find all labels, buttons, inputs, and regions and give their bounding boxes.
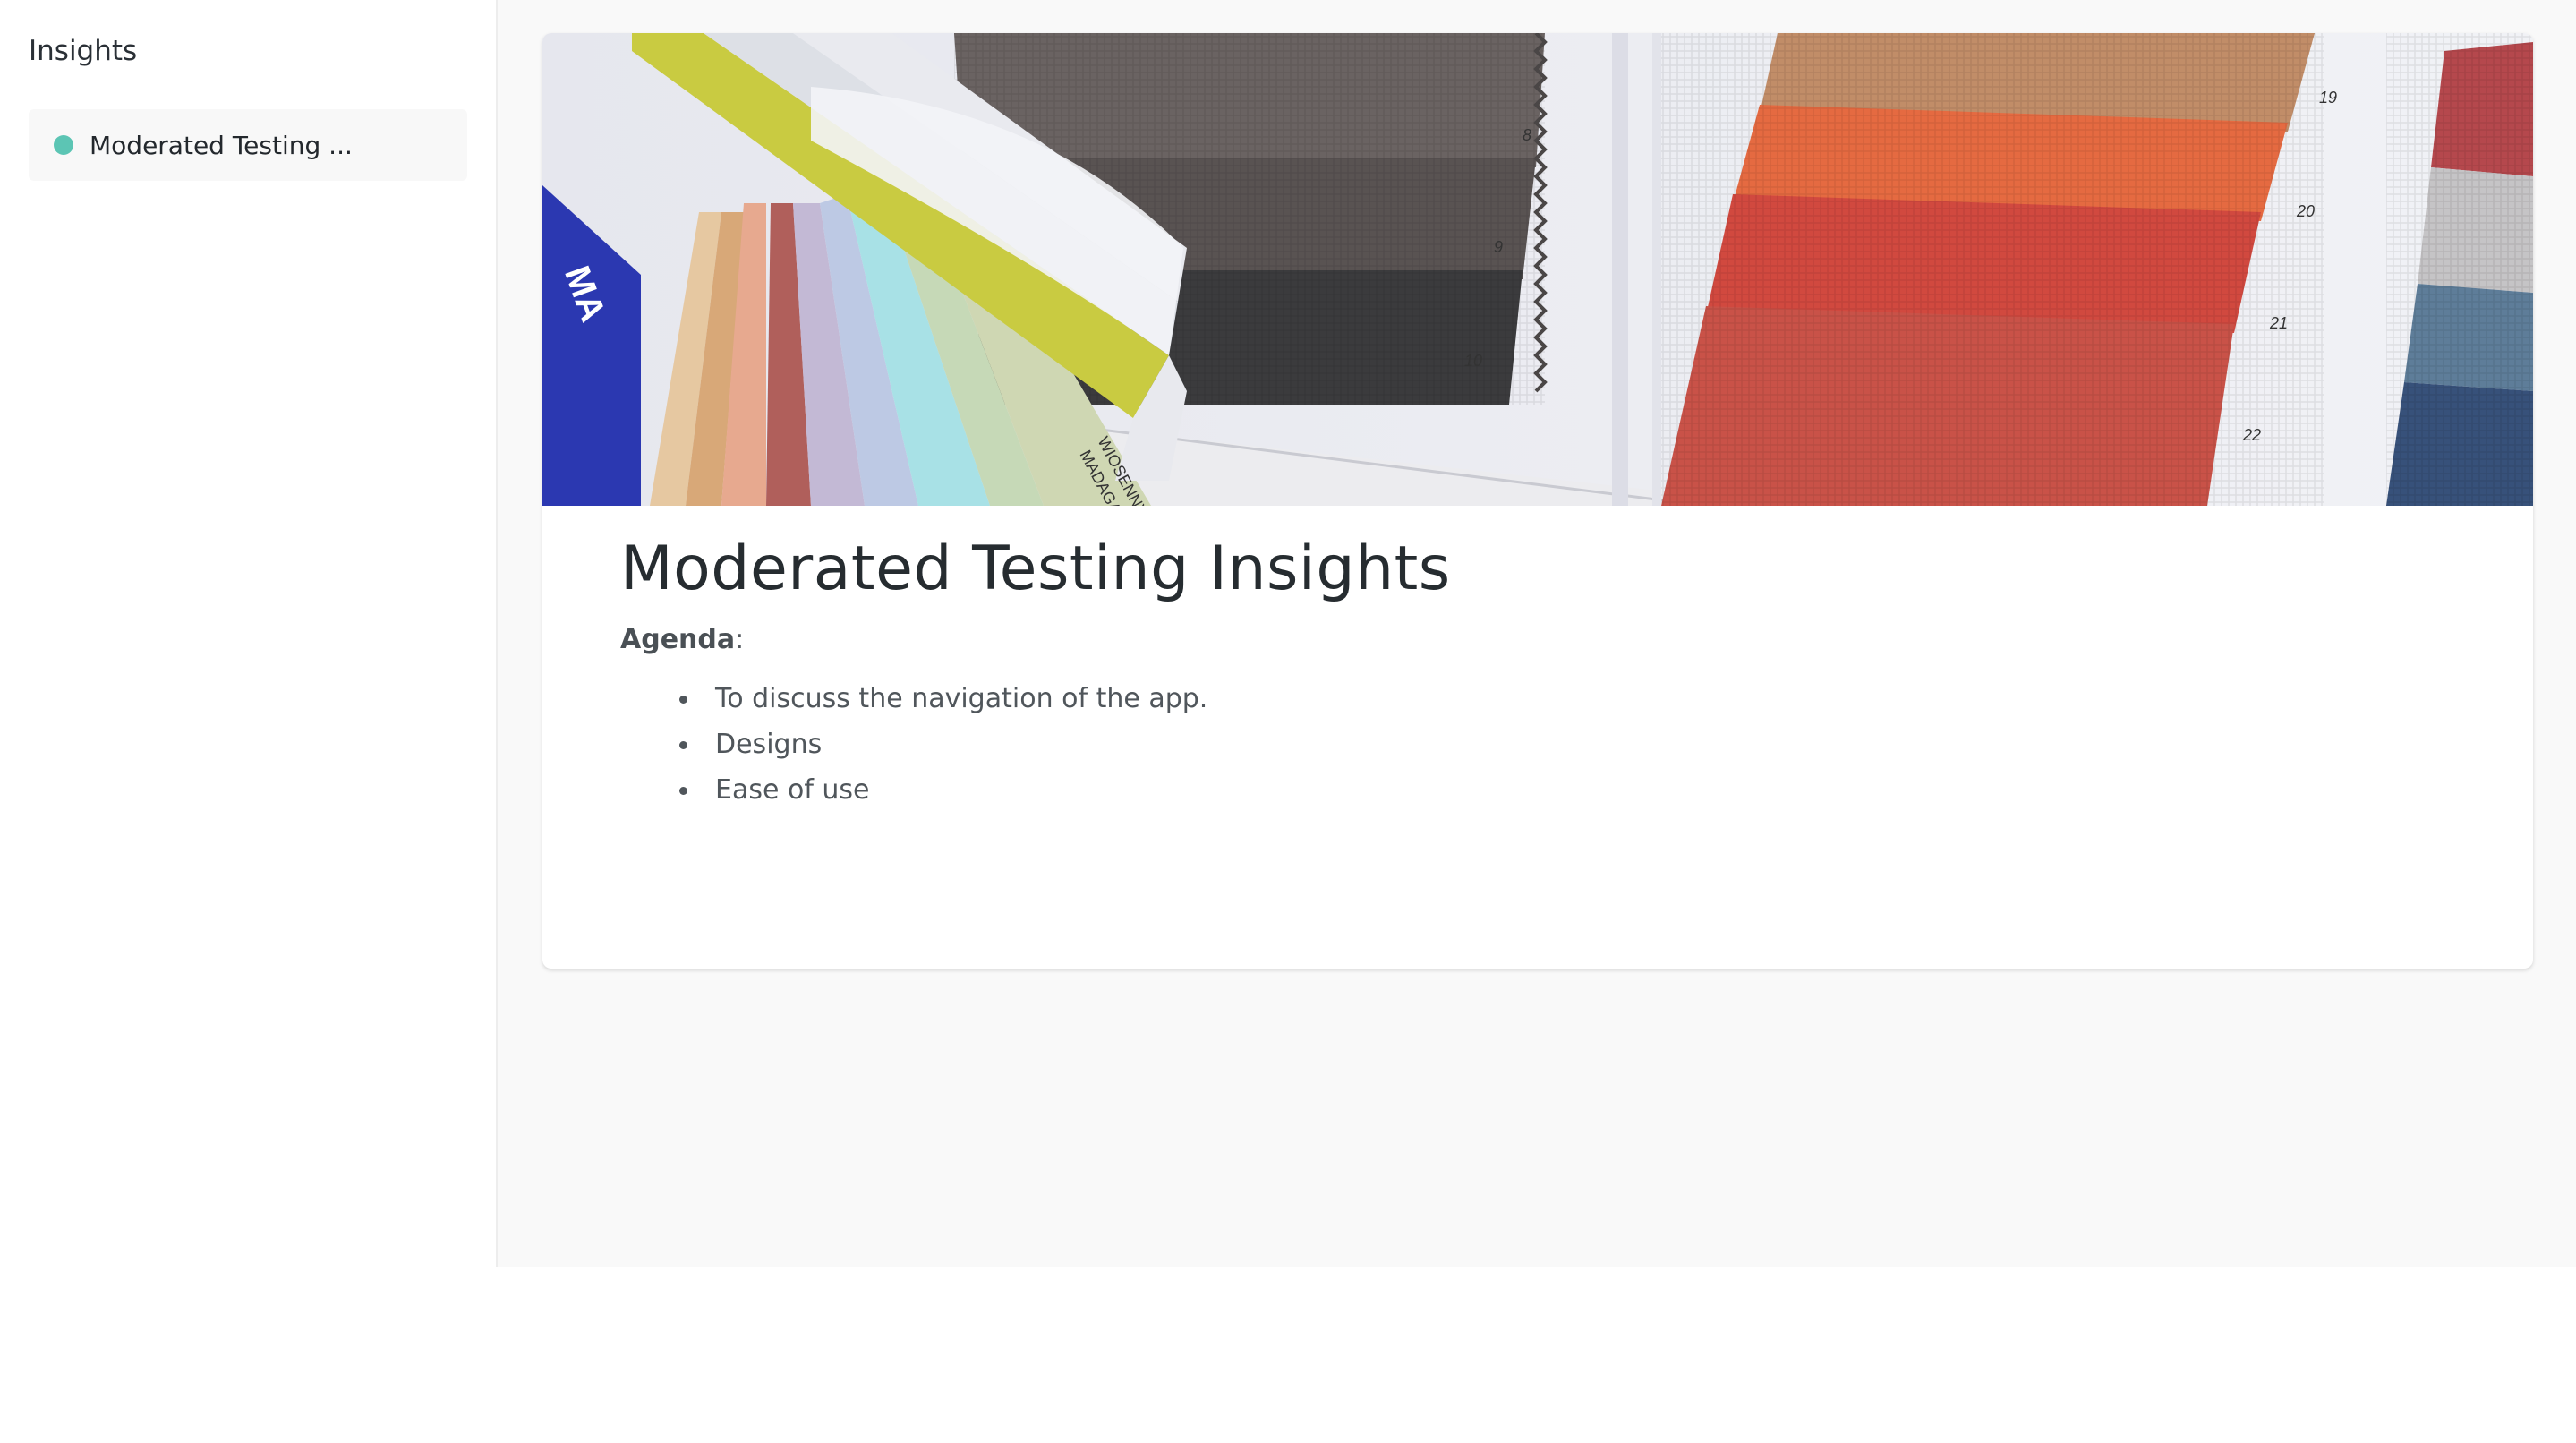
insight-card: 8 9 10 MA WIOSENNY 19 20 21 22 Moderated… bbox=[542, 33, 2533, 969]
sidebar-item-moderated-testing[interactable]: Moderated Testing ... bbox=[29, 109, 467, 181]
swatch-number-10: 10 bbox=[1464, 352, 1482, 370]
card-body: Moderated Testing Insights Agenda: To di… bbox=[542, 506, 2533, 813]
agenda-suffix: : bbox=[735, 624, 745, 655]
swatch-number-21: 21 bbox=[2269, 314, 2288, 332]
cover-image: 8 9 10 MA WIOSENNY 19 20 21 22 bbox=[542, 33, 2533, 506]
right-fabric-swatches bbox=[2386, 33, 2533, 506]
agenda-item: To discuss the navigation of the app. bbox=[679, 676, 2455, 722]
status-dot-icon bbox=[54, 135, 73, 155]
agenda-line: Agenda: bbox=[620, 620, 2455, 660]
swatch-number-22: 22 bbox=[2242, 426, 2261, 444]
swatch-number-8: 8 bbox=[1523, 126, 1531, 144]
sidebar: Insights Moderated Testing ... bbox=[0, 0, 498, 1267]
main-content: 8 9 10 MA WIOSENNY 19 20 21 22 Moderated… bbox=[498, 0, 2576, 1267]
swatch-number-9: 9 bbox=[1494, 238, 1503, 256]
page-title: Moderated Testing Insights bbox=[620, 534, 1451, 604]
agenda-item: Ease of use bbox=[679, 767, 2455, 813]
swatch-number-20: 20 bbox=[2296, 202, 2315, 220]
swatch-number-19: 19 bbox=[2319, 89, 2337, 107]
app-window: Insights Moderated Testing ... 8 9 10 MA… bbox=[0, 0, 2576, 1267]
agenda-item: Designs bbox=[679, 722, 2455, 767]
agenda-list: To discuss the navigation of the app. De… bbox=[620, 676, 2455, 813]
sidebar-title: Insights bbox=[29, 35, 138, 67]
sidebar-item-label: Moderated Testing ... bbox=[90, 130, 353, 160]
agenda-label: Agenda bbox=[620, 624, 736, 655]
colored-fabric-swatches bbox=[1661, 33, 2324, 506]
